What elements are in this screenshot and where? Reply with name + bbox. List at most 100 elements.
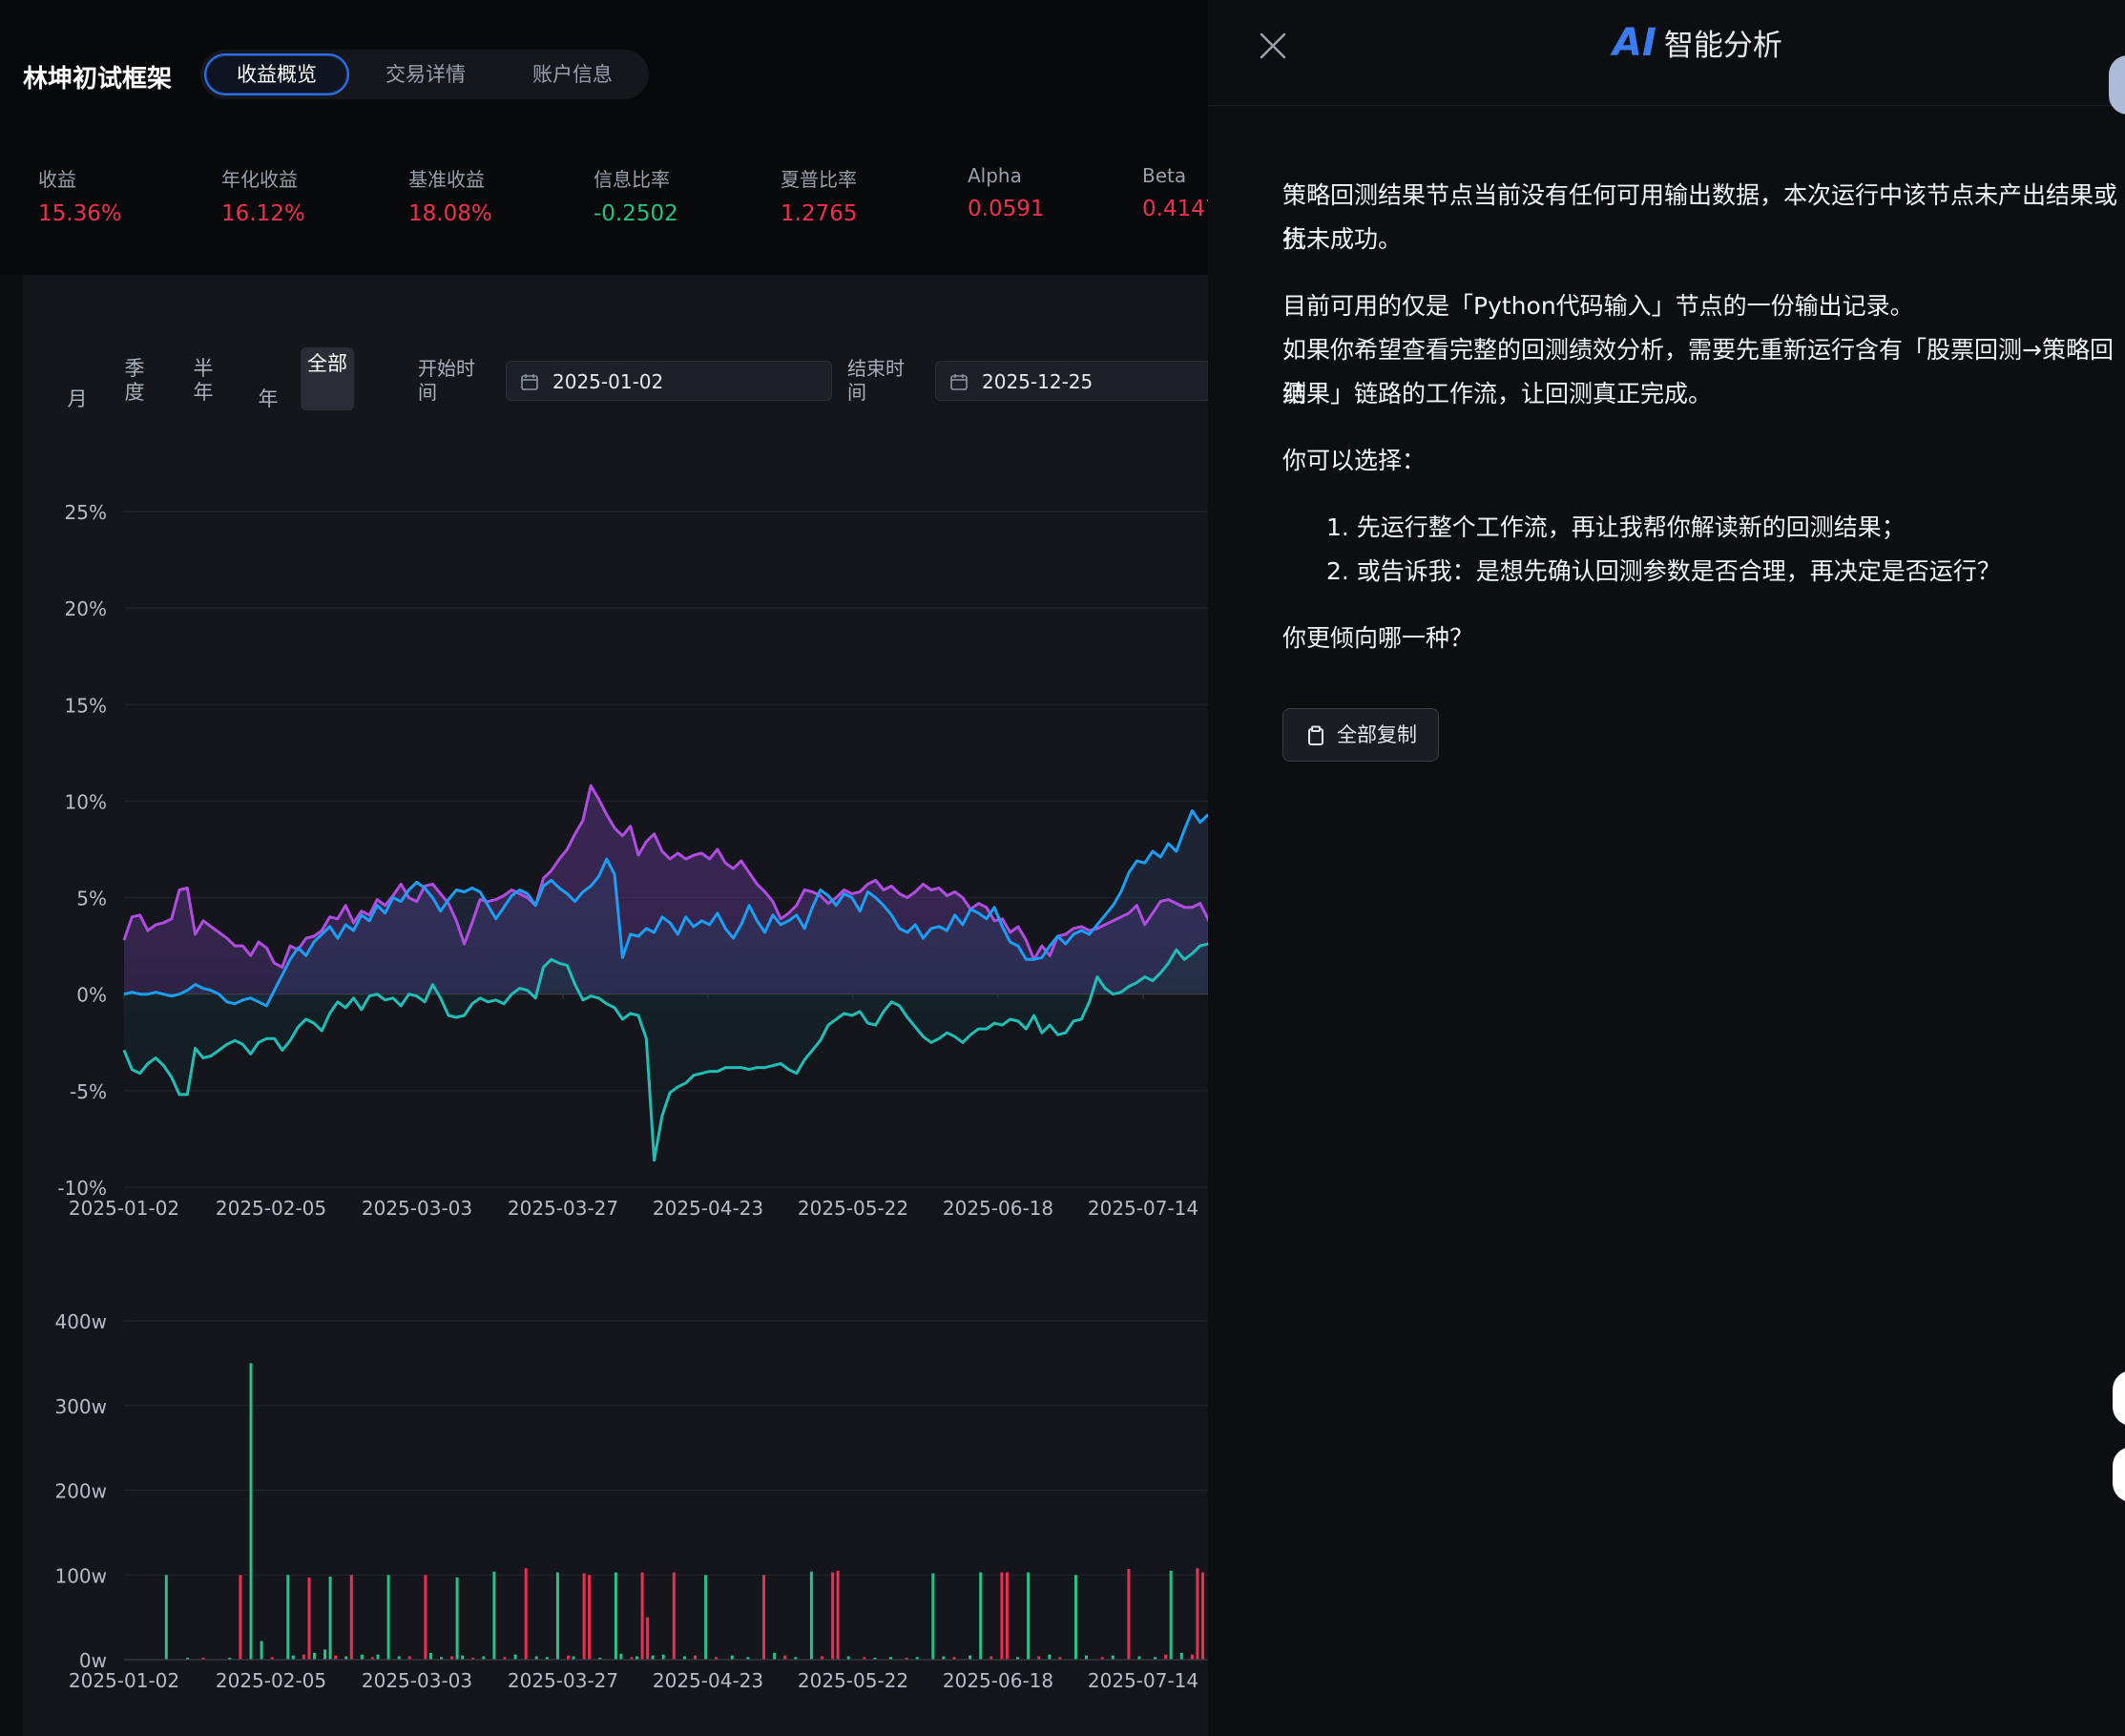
volume-bar bbox=[567, 1655, 570, 1660]
volume-bar bbox=[969, 1655, 972, 1660]
y-tick-label: 20% bbox=[65, 597, 107, 620]
volume-bar bbox=[694, 1655, 697, 1660]
x-tick-label: 2025-07-14 bbox=[1088, 1197, 1198, 1220]
ai-message-line: 行未成功。 bbox=[1282, 225, 1403, 253]
y-tick-label: 25% bbox=[65, 501, 107, 524]
volume-bar bbox=[286, 1575, 290, 1661]
volume-bar bbox=[809, 1571, 813, 1660]
ai-drawer-title-text: 智能分析 bbox=[1663, 29, 1782, 63]
volume-bar bbox=[555, 1572, 559, 1660]
volume-bar bbox=[783, 1655, 787, 1660]
volume-bar bbox=[1074, 1575, 1077, 1661]
volume-bar bbox=[260, 1641, 263, 1660]
copy-all-label: 全部复制 bbox=[1337, 723, 1417, 746]
returns-line-chart: 25%20%15%10%5%0%-5%-10%2025-01-02 2025-02… bbox=[54, 501, 1208, 1692]
volume-bar bbox=[1111, 1655, 1115, 1660]
x-tick-label: 2025-03-27 bbox=[508, 1669, 618, 1692]
x-tick-label: 2025-04-23 bbox=[653, 1669, 763, 1692]
volume-bar bbox=[424, 1575, 427, 1661]
volume-bar bbox=[704, 1575, 708, 1661]
x-tick-label: 2025-06-18 bbox=[943, 1197, 1053, 1220]
volume-bar bbox=[428, 1652, 432, 1660]
volume-bar bbox=[302, 1654, 305, 1660]
volume-bar bbox=[386, 1575, 390, 1661]
volume-bar bbox=[1201, 1572, 1204, 1660]
x-tick-label: 2025-05-22 bbox=[798, 1669, 908, 1692]
close-icon[interactable] bbox=[1256, 29, 1290, 63]
volume-bar bbox=[323, 1649, 327, 1660]
volume-bar bbox=[164, 1575, 168, 1661]
volume-bar bbox=[249, 1363, 253, 1660]
volume-bar bbox=[646, 1617, 650, 1660]
ai-drawer-title: AI 智能分析 bbox=[1613, 21, 1782, 65]
clipboard-icon bbox=[1308, 725, 1323, 745]
copy-all-button[interactable]: 全部复制 bbox=[1282, 708, 1439, 762]
x-tick-label: 2025-02-05 bbox=[216, 1197, 326, 1220]
x-tick-label: 2025-01-02 bbox=[69, 1669, 179, 1692]
ai-message-line: 你可以选择： bbox=[1282, 447, 1427, 474]
volume-bar bbox=[360, 1654, 364, 1660]
volume-bar bbox=[455, 1577, 459, 1660]
x-tick-label: 2025-07-14 bbox=[1088, 1669, 1198, 1692]
y-tick-label: 400w bbox=[54, 1310, 107, 1333]
x-tick-label: 2025-03-03 bbox=[362, 1197, 472, 1220]
y-tick-label: 0% bbox=[76, 984, 107, 1007]
volume-bar bbox=[1048, 1654, 1052, 1660]
ai-message-list-item: 1. 先运行整个工作流，再让我帮你解读新的回测结果； bbox=[1326, 513, 1906, 541]
volume-bar bbox=[307, 1577, 311, 1660]
user-avatar[interactable] bbox=[2109, 55, 2125, 115]
x-tick-label: 2025-03-27 bbox=[508, 1197, 618, 1220]
volume-bar bbox=[661, 1654, 665, 1660]
y-tick-label: 200w bbox=[54, 1480, 107, 1503]
volume-bar bbox=[1164, 1654, 1168, 1660]
volume-bar bbox=[640, 1572, 644, 1660]
ai-message-line: 你更倾向哪一种？ bbox=[1282, 624, 1474, 652]
volume-bar bbox=[773, 1652, 777, 1660]
volume-bar bbox=[979, 1572, 983, 1660]
volume-bar bbox=[672, 1572, 676, 1660]
x-tick-label: 2025-05-22 bbox=[798, 1197, 908, 1220]
volume-bar bbox=[492, 1571, 496, 1660]
volume-bar bbox=[349, 1575, 353, 1661]
volume-bar bbox=[328, 1577, 332, 1660]
x-tick-label: 2025-01-02 bbox=[69, 1197, 179, 1220]
volume-bar bbox=[582, 1573, 586, 1660]
x-tick-label: 2025-06-18 bbox=[943, 1669, 1053, 1692]
y-tick-label: 15% bbox=[65, 694, 107, 717]
volume-bar bbox=[1169, 1570, 1173, 1660]
volume-bar bbox=[1196, 1568, 1199, 1660]
ai-message-line: 结果」链路的工作流，让回测真正完成。 bbox=[1282, 380, 1713, 408]
volume-bar bbox=[376, 1654, 380, 1660]
volume-bar bbox=[1179, 1652, 1183, 1660]
volume-bar bbox=[651, 1655, 655, 1660]
volume-bar bbox=[836, 1570, 840, 1660]
volume-bar bbox=[1085, 1655, 1088, 1660]
y-tick-label: 10% bbox=[65, 790, 107, 813]
volume-bar bbox=[831, 1572, 835, 1660]
volume-bar bbox=[1027, 1572, 1031, 1660]
volume-bar bbox=[239, 1575, 242, 1661]
volume-bar bbox=[619, 1653, 623, 1660]
x-tick-label: 2025-03-03 bbox=[362, 1669, 472, 1692]
volume-bar bbox=[1000, 1572, 1004, 1660]
y-tick-label: 100w bbox=[54, 1564, 107, 1587]
volume-bar bbox=[762, 1575, 765, 1661]
volume-bar bbox=[524, 1568, 528, 1660]
volume-bar bbox=[313, 1652, 316, 1660]
volume-bar bbox=[334, 1655, 338, 1660]
volume-bar bbox=[461, 1655, 465, 1660]
volume-bar bbox=[588, 1575, 592, 1661]
ai-logo: AI bbox=[1613, 21, 1656, 65]
ai-message-line: 目前可用的仅是「Python代码输入」节点的一份输出记录。 bbox=[1282, 292, 1914, 320]
ai-message-list-item: 2. 或告诉我：是想先确认回测参数是否合理，再决定是否运行？ bbox=[1326, 557, 2001, 585]
y-tick-label: -5% bbox=[70, 1080, 107, 1103]
x-tick-label: 2025-02-05 bbox=[216, 1669, 326, 1692]
y-tick-label: 300w bbox=[54, 1395, 107, 1418]
volume-bar bbox=[614, 1572, 617, 1660]
volume-bar bbox=[1190, 1654, 1194, 1660]
volume-bar bbox=[730, 1655, 734, 1660]
y-tick-label: 5% bbox=[76, 888, 107, 910]
volume-bar bbox=[291, 1655, 295, 1660]
volume-bar bbox=[513, 1654, 517, 1660]
volume-bar bbox=[1127, 1569, 1131, 1660]
